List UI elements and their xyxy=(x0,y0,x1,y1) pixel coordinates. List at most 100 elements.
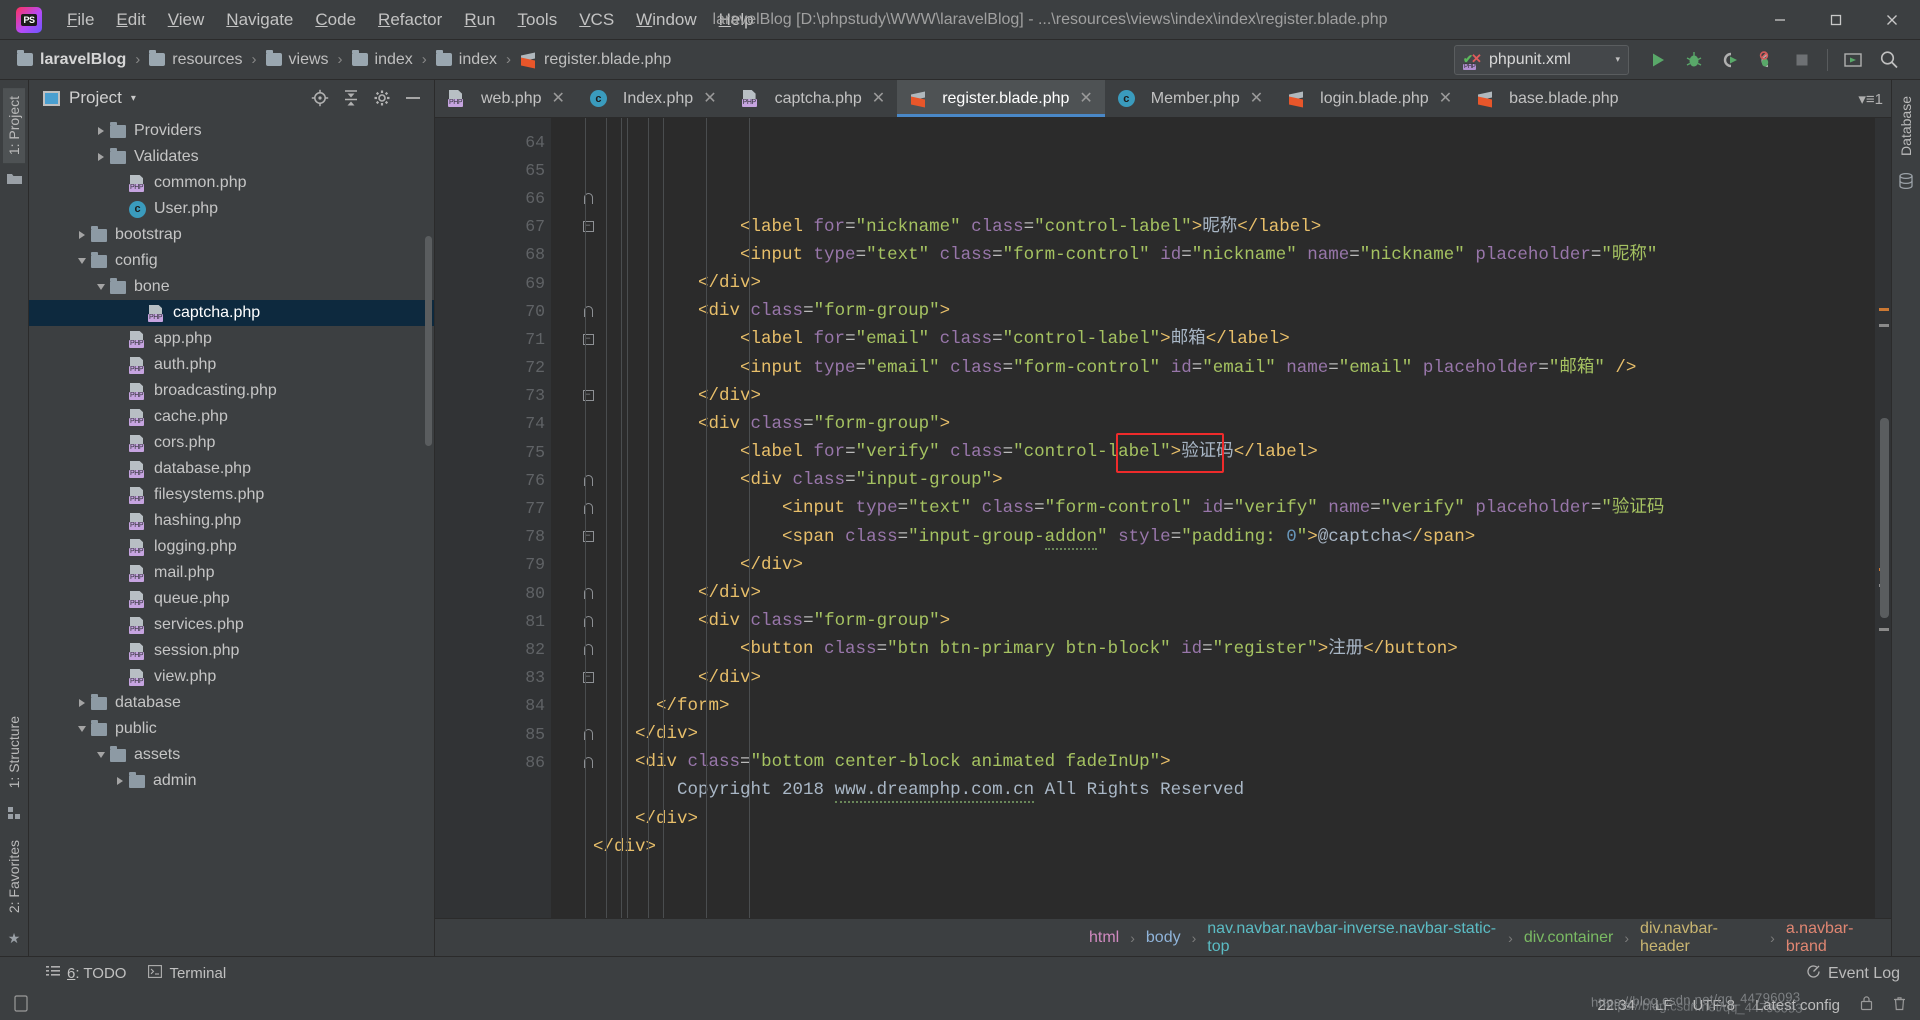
memory-indicator-icon[interactable] xyxy=(14,994,28,1016)
tree-file-row[interactable]: PHP cors.php xyxy=(29,430,434,456)
structure-icon[interactable] xyxy=(7,806,21,823)
hide-panel-icon[interactable] xyxy=(402,87,424,109)
tree-file-row[interactable]: PHP services.php xyxy=(29,612,434,638)
search-everywhere-icon[interactable] xyxy=(1872,44,1906,76)
tree-file-row[interactable]: PHP auth.php xyxy=(29,352,434,378)
structure-breadcrumb-item[interactable]: div.container xyxy=(1520,929,1618,947)
close-icon[interactable]: ✕ xyxy=(1077,90,1094,107)
menu-item-run[interactable]: Run xyxy=(453,7,506,32)
editor-scrollbar-thumb[interactable] xyxy=(1880,418,1889,618)
menu-item-file[interactable]: File xyxy=(56,7,105,32)
tree-folder-row[interactable]: Validates xyxy=(29,144,434,170)
chevron-right-icon[interactable] xyxy=(111,777,129,785)
menu-item-vcs[interactable]: VCS xyxy=(568,7,625,32)
folder-strip-icon[interactable] xyxy=(6,172,22,188)
tree-file-row[interactable]: PHP broadcasting.php xyxy=(29,378,434,404)
menu-item-tools[interactable]: Tools xyxy=(507,7,569,32)
locate-in-tree-icon[interactable] xyxy=(309,87,331,109)
project-file-tree[interactable]: Providers Validates PHP common.php c User.php… xyxy=(29,116,434,956)
editor-tab-login-blade-php[interactable]: login.blade.php ✕ xyxy=(1275,80,1464,117)
sidebar-item-project[interactable]: 1: Project xyxy=(3,88,25,164)
tree-file-row[interactable]: PHP filesystems.php xyxy=(29,482,434,508)
structure-breadcrumb-item[interactable]: body xyxy=(1142,929,1185,947)
chevron-right-icon[interactable] xyxy=(73,231,91,239)
chevron-down-icon[interactable]: ▾ xyxy=(131,93,136,104)
chevron-right-icon[interactable] xyxy=(92,127,110,135)
chevron-down-icon[interactable] xyxy=(92,752,110,758)
editor-tab-Member-php[interactable]: c Member.php ✕ xyxy=(1105,80,1275,117)
structure-breadcrumb-item[interactable]: div.navbar-header xyxy=(1636,920,1763,956)
close-button[interactable] xyxy=(1864,0,1920,39)
stop-icon[interactable] xyxy=(1785,44,1819,76)
project-scrollbar-thumb[interactable] xyxy=(425,236,432,446)
editor-tab-web-php[interactable]: PHP web.php ✕ xyxy=(435,80,577,117)
menu-item-navigate[interactable]: Navigate xyxy=(215,7,304,32)
run-configuration-selector[interactable]: ✔ ✕ PHP phpunit.xml ▾ xyxy=(1454,44,1629,75)
menu-item-code[interactable]: Code xyxy=(304,7,367,32)
close-icon[interactable]: ✕ xyxy=(870,90,887,107)
breadcrumb-item-index[interactable]: index xyxy=(349,49,416,71)
structure-breadcrumb-item[interactable]: html xyxy=(1085,929,1123,947)
event-log-button[interactable]: Event Log xyxy=(1806,964,1920,984)
tree-file-row[interactable]: PHP cache.php xyxy=(29,404,434,430)
run-icon[interactable] xyxy=(1641,44,1675,76)
menu-item-help[interactable]: Help xyxy=(708,7,765,32)
tree-file-row[interactable]: PHP queue.php xyxy=(29,586,434,612)
tree-file-row[interactable]: c User.php xyxy=(29,196,434,222)
menu-item-refactor[interactable]: Refactor xyxy=(367,7,453,32)
chevron-down-icon[interactable] xyxy=(73,258,91,264)
tree-file-row[interactable]: PHP view.php xyxy=(29,664,434,690)
close-icon[interactable]: ✕ xyxy=(1437,90,1454,107)
tree-folder-row[interactable]: database xyxy=(29,690,434,716)
code-content[interactable]: <label for="nickname" class="control-lab… xyxy=(551,118,1875,918)
collapse-all-icon[interactable] xyxy=(340,87,362,109)
tree-file-row[interactable]: PHP app.php xyxy=(29,326,434,352)
editor-tab-Index-php[interactable]: c Index.php ✕ xyxy=(577,80,729,117)
sidebar-item-database[interactable]: Database xyxy=(1895,88,1917,164)
close-icon[interactable]: ✕ xyxy=(550,90,567,107)
menu-item-window[interactable]: Window xyxy=(625,7,707,32)
star-icon[interactable]: ★ xyxy=(8,930,21,947)
minimize-button[interactable] xyxy=(1752,0,1808,39)
breadcrumb-item-index[interactable]: index xyxy=(433,49,500,71)
tree-file-row[interactable]: PHP mail.php xyxy=(29,560,434,586)
tree-file-row[interactable]: PHP session.php xyxy=(29,638,434,664)
menu-item-edit[interactable]: Edit xyxy=(105,7,156,32)
close-icon[interactable]: ✕ xyxy=(1248,90,1265,107)
show-console-icon[interactable] xyxy=(1836,44,1870,76)
menu-item-view[interactable]: View xyxy=(157,7,216,32)
tree-folder-row[interactable]: public xyxy=(29,716,434,742)
tree-file-row[interactable]: PHP captcha.php xyxy=(29,300,434,326)
chevron-down-icon[interactable] xyxy=(92,284,110,290)
tool-window-terminal[interactable]: Terminal xyxy=(148,965,226,982)
tool-window-todo[interactable]: 6: TODO xyxy=(46,965,126,982)
editor-tab-base-blade-php[interactable]: base.blade.php xyxy=(1464,80,1628,117)
chevron-right-icon[interactable] xyxy=(73,699,91,707)
debug-icon[interactable] xyxy=(1677,44,1711,76)
structure-breadcrumb-item[interactable]: a.navbar-brand xyxy=(1782,920,1891,956)
breadcrumb-item-views[interactable]: views xyxy=(263,49,332,71)
editor-marker-bar[interactable] xyxy=(1875,118,1891,918)
sidebar-item-structure[interactable]: 1: Structure xyxy=(3,708,25,796)
editor-gutter[interactable]: 64 65 66 67− 68 69 70 71− 72 73− 74 75 76 77 78− 79 80 81… xyxy=(435,118,594,918)
run-with-coverage-icon[interactable] xyxy=(1713,44,1747,76)
breadcrumb-item-laravelBlog[interactable]: laravelBlog xyxy=(14,49,129,71)
tree-folder-row[interactable]: config xyxy=(29,248,434,274)
tree-folder-row[interactable]: Providers xyxy=(29,118,434,144)
debug-no-icon[interactable] xyxy=(1749,44,1783,76)
chevron-right-icon[interactable] xyxy=(92,153,110,161)
lock-icon[interactable] xyxy=(1860,995,1873,1015)
tree-folder-row[interactable]: assets xyxy=(29,742,434,768)
chevron-down-icon[interactable] xyxy=(73,726,91,732)
tree-file-row[interactable]: PHP common.php xyxy=(29,170,434,196)
tree-file-row[interactable]: PHP hashing.php xyxy=(29,508,434,534)
code-editor[interactable]: 64 65 66 67− 68 69 70 71− 72 73− 74 75 76 77 78− 79 80 81… xyxy=(435,118,1891,918)
trash-icon[interactable] xyxy=(1893,995,1906,1015)
breadcrumb-item-resources[interactable]: resources xyxy=(146,49,245,71)
settings-gear-icon[interactable] xyxy=(371,87,393,109)
database-icon[interactable] xyxy=(1899,172,1913,192)
editor-tab-register-blade-php[interactable]: register.blade.php ✕ xyxy=(897,80,1105,117)
tree-file-row[interactable]: PHP logging.php xyxy=(29,534,434,560)
tree-folder-row[interactable]: bone xyxy=(29,274,434,300)
breadcrumb-item-register-blade-php[interactable]: register.blade.php xyxy=(517,49,674,71)
